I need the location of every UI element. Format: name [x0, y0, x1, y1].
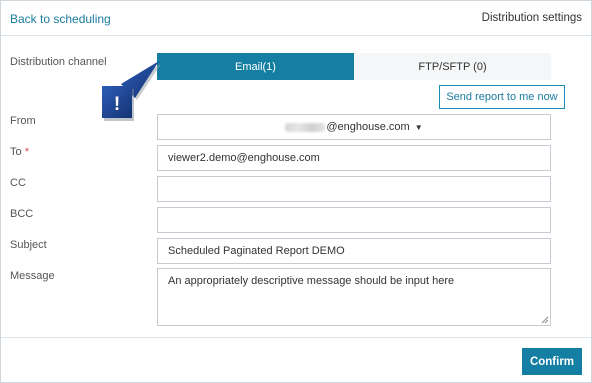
- distribution-settings-panel: Back to scheduling Distribution settings…: [0, 0, 592, 383]
- caret-down-icon: ▼: [414, 122, 423, 132]
- send-report-to-me-button[interactable]: Send report to me now: [439, 85, 565, 109]
- bcc-field[interactable]: [157, 207, 551, 233]
- required-mark: *: [24, 146, 29, 158]
- distribution-channel-tabs: Email(1) FTP/SFTP (0): [157, 53, 551, 80]
- to-field[interactable]: viewer2.demo@enghouse.com: [157, 145, 551, 171]
- callout-symbol: !: [114, 94, 120, 115]
- distribution-channel-label: Distribution channel: [10, 56, 107, 68]
- subject-value: Scheduled Paginated Report DEMO: [168, 245, 345, 257]
- from-select[interactable]: @enghouse.com ▼: [157, 114, 551, 140]
- back-to-scheduling-link[interactable]: Back to scheduling: [10, 12, 111, 26]
- message-textarea[interactable]: An appropriately descriptive message sho…: [157, 268, 551, 326]
- panel-footer: [1, 337, 591, 383]
- tab-email[interactable]: Email(1): [157, 53, 354, 80]
- to-value: viewer2.demo@enghouse.com: [168, 152, 320, 164]
- page-title: Distribution settings: [481, 12, 582, 24]
- bcc-label: BCC: [10, 208, 34, 220]
- message-value: An appropriately descriptive message sho…: [168, 275, 455, 287]
- cc-label: CC: [10, 177, 26, 189]
- cc-field[interactable]: [157, 176, 551, 202]
- to-label-text: To: [10, 146, 22, 158]
- from-label: From: [10, 115, 36, 127]
- resize-grip-icon[interactable]: [541, 316, 549, 324]
- tab-ftp-sftp-label: FTP/SFTP (0): [418, 60, 487, 73]
- confirm-button[interactable]: Confirm: [522, 348, 582, 375]
- tab-ftp-sftp[interactable]: FTP/SFTP (0): [354, 53, 551, 80]
- subject-field[interactable]: Scheduled Paginated Report DEMO: [157, 238, 551, 264]
- to-label: To *: [10, 146, 29, 158]
- redacted-email-prefix: [285, 122, 326, 132]
- subject-label: Subject: [10, 239, 47, 251]
- tab-email-label: Email(1): [235, 60, 276, 73]
- from-value: @enghouse.com: [326, 121, 410, 133]
- message-label: Message: [10, 270, 55, 282]
- panel-header: Back to scheduling Distribution settings: [1, 1, 591, 36]
